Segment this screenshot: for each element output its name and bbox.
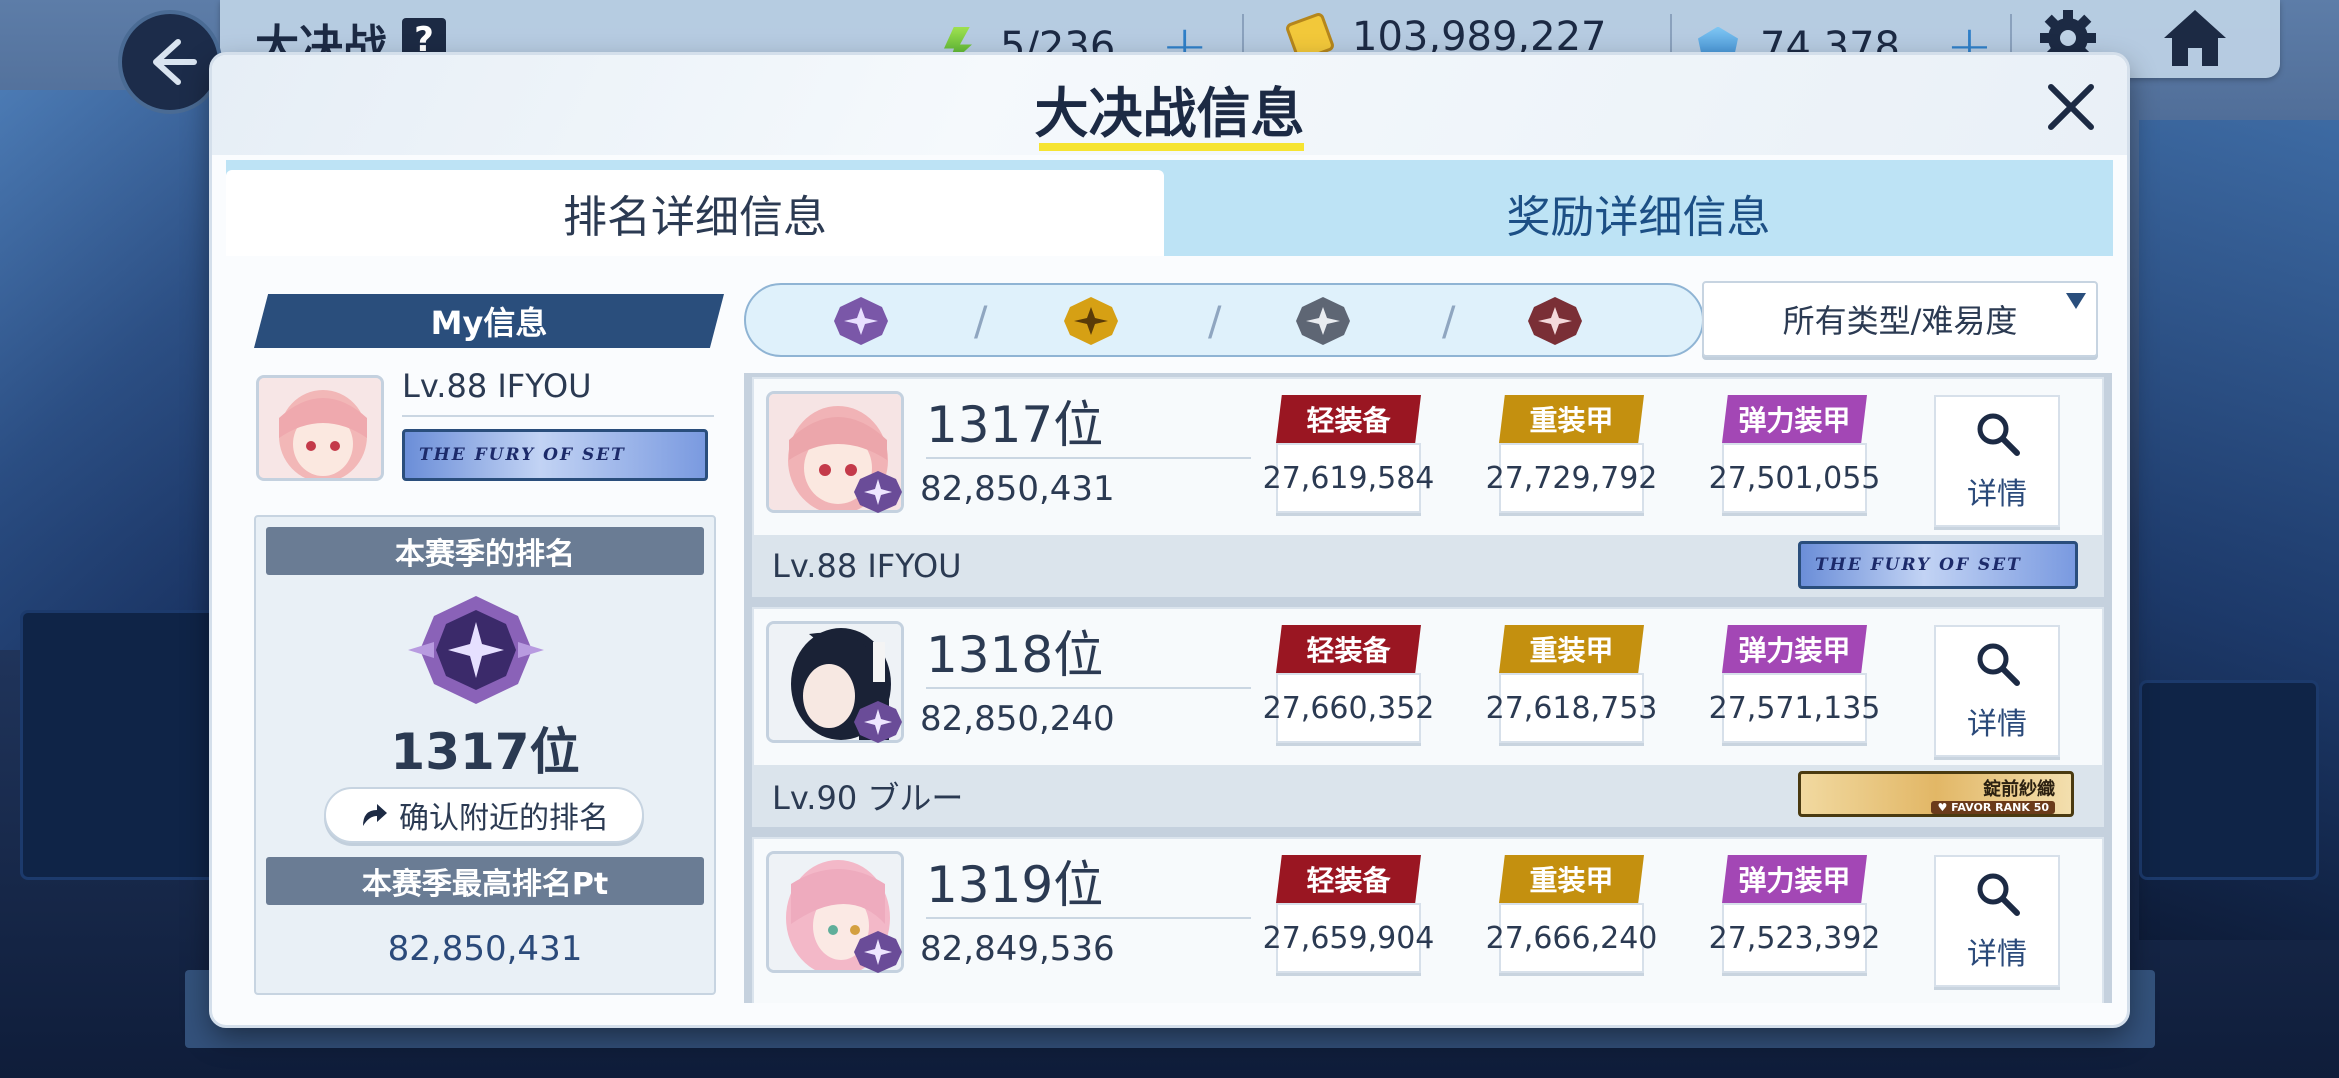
light-armor-value: 27,660,352 [1263,673,1434,743]
detail-button[interactable]: 详情 [1934,855,2060,987]
type-difficulty-select[interactable]: 所有类型/难易度 [1702,281,2098,357]
rank-emblem-icon [854,701,902,743]
special-armor-value: 27,501,055 [1709,443,1880,513]
best-pt-label: 本赛季最高排名Pt [266,857,704,905]
difficulty-filter-bar: / / / [744,283,1704,357]
nameplate-text: THE FURY OF SET [1815,555,2022,575]
back-button[interactable] [118,10,222,114]
dropdown-triangle-icon [2066,293,2086,309]
entry-footer: Lv.90 ブルー 錠前紗織 ♥ FAVOR RANK 50 [754,765,2102,827]
ranking-list[interactable]: 1317位 82,850,431 轻装备 27,619,584 重装甲 27,7… [744,373,2112,1003]
light-armor-label: 轻装备 [1276,855,1421,903]
special-armor-value: 27,571,135 [1709,673,1880,743]
modal-title: 大决战信息 [1034,82,1305,145]
rank-emblem-icon [408,596,544,704]
entry-rank: 1317位 [926,396,1104,454]
heavy-armor-label: 重装甲 [1499,625,1644,673]
magnifier-icon [1977,873,2020,916]
detail-label: 详情 [1967,707,2027,742]
back-arrow-icon [153,39,197,85]
light-armor-stat: 轻装备 27,659,904 [1263,855,1434,973]
light-armor-value: 27,619,584 [1263,443,1434,513]
credit-value: 103,989,227 [1352,14,1607,60]
heavy-armor-stat: 重装甲 27,618,753 [1486,625,1657,743]
magnifier-icon [1977,413,2020,456]
title-underline [1039,143,1304,151]
close-icon[interactable] [2039,75,2103,139]
light-armor-stat: 轻装备 27,619,584 [1263,395,1434,513]
nearby-ranking-button[interactable]: 确认附近的排名 [324,787,644,843]
nameplate-banner: THE FURY OF SET [1798,541,2078,589]
type-select-label: 所有类型/难易度 [1782,302,2018,340]
light-armor-label: 轻装备 [1276,625,1421,673]
tab-reward-details[interactable]: 奖励详细信息 [1164,170,2113,256]
entry-player-name: Lv.88 IFYOU [772,547,962,585]
heavy-armor-value: 27,666,240 [1486,903,1657,973]
special-armor-label: 弹力装甲 [1722,625,1867,673]
avatar[interactable] [256,375,384,481]
season-rank-value: 1317位 [390,723,580,781]
heavy-armor-label: 重装甲 [1499,855,1644,903]
detail-label: 详情 [1967,477,2027,512]
ranking-entry: 1319位 82,849,536 轻装备 27,659,904 重装甲 27,6… [752,837,2104,1003]
tab-bar: 排名详细信息 奖励详细信息 [226,160,2113,256]
special-armor-value: 27,523,392 [1709,903,1880,973]
special-armor-stat: 弹力装甲 27,501,055 [1709,395,1880,513]
favor-rank-badge: ♥ FAVOR RANK 50 [1931,800,2055,814]
favor-nameplate-banner: 錠前紗織 ♥ FAVOR RANK 50 [1798,771,2074,817]
nearby-ranking-label: 确认附近的排名 [399,801,609,836]
best-pt-value: 82,850,431 [387,929,583,969]
my-player-name: Lv.88 IFYOU [402,367,592,405]
home-icon[interactable] [2160,6,2230,70]
entry-score: 82,850,240 [920,699,1115,739]
heavy-armor-label: 重装甲 [1499,395,1644,443]
season-rank-label: 本赛季的排名 [266,527,704,575]
magnifier-icon [1977,643,2020,686]
filter-red-rank-icon[interactable] [1520,293,1590,349]
entry-rank: 1318位 [926,626,1104,684]
rank-emblem-icon [854,931,902,973]
ranking-entry: 1317位 82,850,431 轻装备 27,619,584 重装甲 27,7… [752,377,2104,597]
credit-counter: 103,989,227 [1284,11,1607,63]
filter-gold-rank-icon[interactable] [1056,293,1126,349]
share-arrow-icon [363,804,387,826]
entry-footer: Lv.88 IFYOU THE FURY OF SET [754,535,2102,597]
heavy-armor-value: 27,618,753 [1486,673,1657,743]
light-armor-label: 轻装备 [1276,395,1421,443]
tab-ranking-details[interactable]: 排名详细信息 [226,170,1164,256]
detail-label: 详情 [1967,937,2027,972]
raid-info-modal: 大决战信息 排名详细信息 奖励详细信息 My信息 Lv.88 IFYOU THE… [212,55,2127,1025]
favor-banner-name: 錠前紗織 [1983,778,2055,800]
light-armor-stat: 轻装备 27,660,352 [1263,625,1434,743]
heavy-armor-value: 27,729,792 [1486,443,1657,513]
detail-button[interactable]: 详情 [1934,625,2060,757]
special-armor-stat: 弹力装甲 27,571,135 [1709,625,1880,743]
season-rank-panel: 本赛季的排名 1317位 确认附近的排名 本赛季最高排名Pt 82,850,43… [254,515,716,995]
heavy-armor-stat: 重装甲 27,729,792 [1486,395,1657,513]
my-info-header: My信息 [254,294,724,348]
heavy-armor-stat: 重装甲 27,666,240 [1486,855,1657,973]
entry-score: 82,850,431 [920,469,1115,509]
filter-purple-rank-icon[interactable] [826,293,896,349]
entry-rank: 1319位 [926,856,1104,914]
special-armor-label: 弹力装甲 [1722,855,1867,903]
entry-score: 82,849,536 [920,929,1115,969]
nameplate-banner: THE FURY OF SET [402,429,708,481]
entry-player-name: Lv.90 ブルー [772,779,964,817]
nameplate-text: THE FURY OF SET [419,445,626,465]
filter-silver-rank-icon[interactable] [1288,293,1358,349]
ranking-entry: 1318位 82,850,240 轻装备 27,660,352 重装甲 27,6… [752,607,2104,827]
light-armor-value: 27,659,904 [1263,903,1434,973]
special-armor-stat: 弹力装甲 27,523,392 [1709,855,1880,973]
rank-emblem-icon [854,471,902,513]
detail-button[interactable]: 详情 [1934,395,2060,527]
special-armor-label: 弹力装甲 [1722,395,1867,443]
